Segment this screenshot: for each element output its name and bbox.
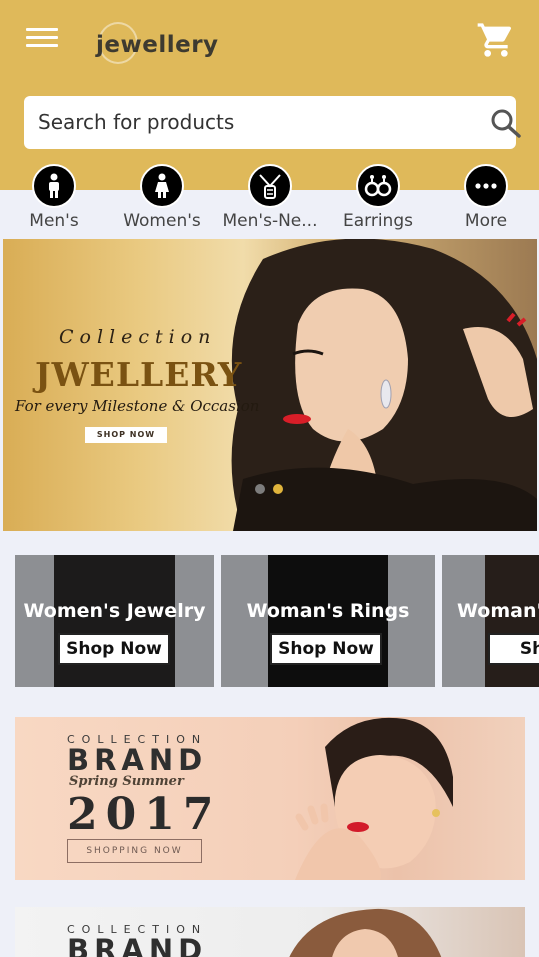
man-icon bbox=[32, 164, 76, 208]
banner-season-text: Spring Summer bbox=[69, 774, 184, 789]
model-portrait-image bbox=[295, 717, 453, 880]
banner-brand-text: BRAND bbox=[67, 743, 208, 777]
shopping-now-button[interactable]: SHOPPING NOW bbox=[67, 839, 202, 863]
search-bar bbox=[24, 96, 521, 149]
shopping-cart-icon[interactable] bbox=[476, 20, 516, 60]
category-earrings[interactable]: Earrings bbox=[324, 160, 432, 236]
category-mens[interactable]: Men's bbox=[0, 160, 108, 236]
brand-banner-2017[interactable]: COLLECTION BRAND Spring Summer 2017 SHOP… bbox=[15, 717, 525, 880]
promo-title: Women's Jewelry bbox=[23, 600, 206, 622]
shop-now-button[interactable]: Shop Now bbox=[58, 633, 170, 665]
necklace-icon bbox=[248, 164, 292, 208]
hero-subtitle: For every Milestone & Occasion bbox=[15, 397, 260, 415]
brand-banner-second[interactable]: COLLECTION BRAND bbox=[15, 907, 525, 957]
category-more[interactable]: More bbox=[432, 160, 539, 236]
more-dots-icon bbox=[464, 164, 508, 208]
search-icon[interactable] bbox=[490, 108, 522, 138]
category-label: Women's bbox=[123, 211, 201, 231]
category-label: More bbox=[464, 211, 508, 231]
promo-card-womans[interactable]: Woman's Shop bbox=[442, 555, 539, 687]
shop-now-button[interactable]: Shop Now bbox=[270, 633, 382, 665]
category-label: Men's-Ne... bbox=[222, 211, 318, 231]
model-portrait-image bbox=[231, 239, 537, 531]
shop-now-button[interactable]: Shop bbox=[488, 633, 539, 665]
promo-title: Woman's Rings bbox=[246, 600, 410, 622]
search-input[interactable] bbox=[38, 104, 448, 140]
category-mens-necklace[interactable]: Men's-Ne... bbox=[216, 160, 324, 236]
banner-year-text: 2017 bbox=[67, 789, 222, 840]
promo-title: Woman's bbox=[457, 600, 539, 622]
hero-collection-text: Collection bbox=[59, 326, 217, 348]
hamburger-menu-icon[interactable] bbox=[26, 28, 58, 52]
hero-shop-now-button[interactable]: SHOP NOW bbox=[85, 427, 167, 443]
category-womens[interactable]: Women's bbox=[108, 160, 216, 236]
hero-carousel[interactable]: Collection JWELLERY For every Milestone … bbox=[3, 239, 537, 531]
earrings-icon bbox=[356, 164, 400, 208]
carousel-dot-1[interactable] bbox=[255, 484, 265, 494]
promo-card-womens-jewelry[interactable]: Women's Jewelry Shop Now bbox=[15, 555, 214, 687]
hero-title: JWELLERY bbox=[35, 355, 243, 394]
category-strip: Men's Women's Men's-Ne... Earrings More bbox=[0, 160, 539, 238]
app-logo: jewellery bbox=[96, 22, 236, 72]
banner-brand-text: BRAND bbox=[67, 933, 208, 957]
logo-text: jewellery bbox=[96, 32, 219, 58]
carousel-dot-2-active[interactable] bbox=[273, 484, 283, 494]
model-portrait-image bbox=[289, 908, 442, 957]
promo-card-womans-rings[interactable]: Woman's Rings Shop Now bbox=[221, 555, 435, 687]
category-label: Earrings bbox=[343, 211, 413, 231]
category-label: Men's bbox=[29, 211, 79, 231]
woman-icon bbox=[140, 164, 184, 208]
